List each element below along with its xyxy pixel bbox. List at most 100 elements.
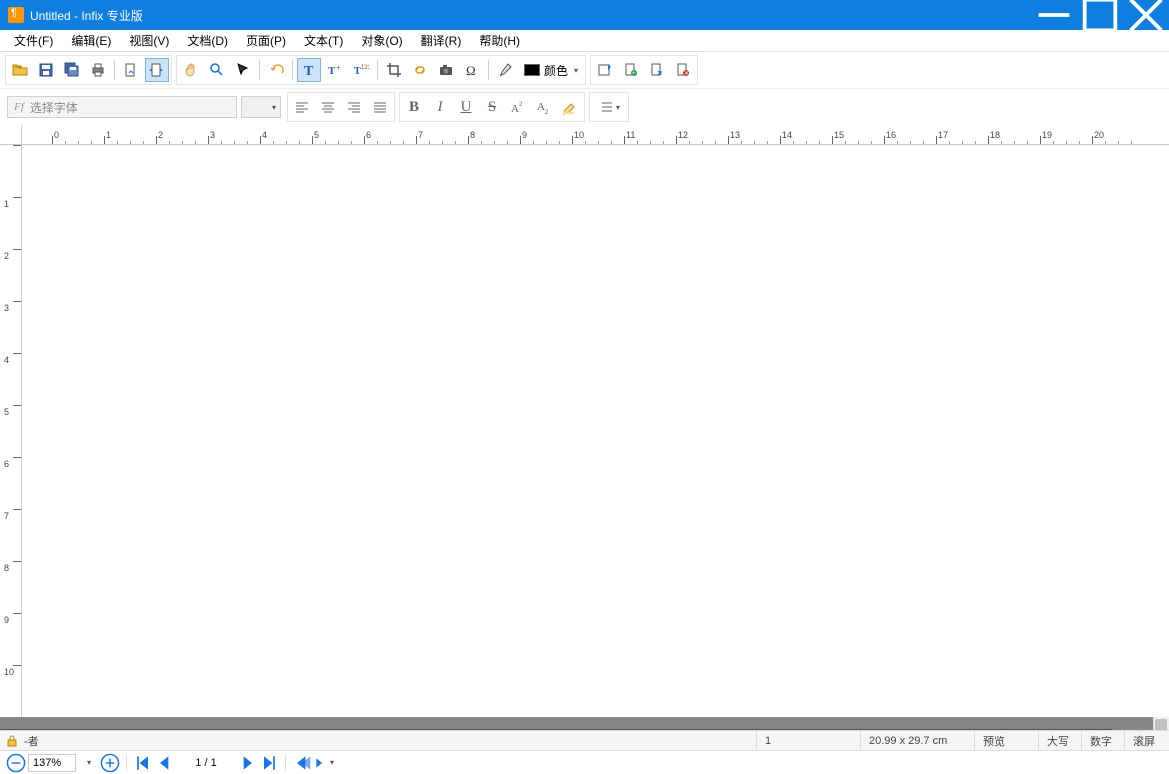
- nav-forward-button[interactable]: [314, 753, 334, 773]
- svg-text:123: 123: [361, 65, 369, 71]
- last-page-button[interactable]: [259, 753, 279, 773]
- statusbar: -者 1 20.99 x 29.7 cm 预览 大写 数字 滚屏: [0, 730, 1169, 750]
- extract-page-button[interactable]: [645, 58, 669, 82]
- work-area: 12345678910: [0, 145, 1169, 730]
- svg-text:T: T: [354, 66, 361, 77]
- window-title: Untitled - Infix 专业版: [30, 7, 143, 24]
- menu-object[interactable]: 对象(O): [353, 30, 410, 51]
- minimize-button[interactable]: [1031, 0, 1077, 30]
- align-left-button[interactable]: [290, 95, 314, 119]
- ruler-corner: [0, 125, 22, 145]
- delete-page-button[interactable]: ✕: [671, 58, 695, 82]
- menu-translate[interactable]: 翻译(R): [413, 30, 470, 51]
- next-page-button[interactable]: [237, 753, 257, 773]
- italic-button[interactable]: I: [428, 95, 452, 119]
- menu-edit[interactable]: 编辑(E): [63, 30, 119, 51]
- color-button[interactable]: 颜色: [519, 58, 583, 82]
- status-num: 数字: [1081, 731, 1120, 750]
- svg-text:+: +: [632, 71, 636, 77]
- status-author: -者: [24, 733, 39, 749]
- align-right-button[interactable]: [342, 95, 366, 119]
- line-spacing-button[interactable]: [592, 95, 626, 119]
- ruler-vertical[interactable]: 12345678910: [0, 145, 22, 717]
- crop-page-button[interactable]: [119, 58, 143, 82]
- zoom-out-button[interactable]: [6, 753, 26, 773]
- menu-file[interactable]: 文件(F): [6, 30, 61, 51]
- crop-tool-button[interactable]: [382, 58, 406, 82]
- superscript-button[interactable]: A2: [506, 95, 530, 119]
- strike-button[interactable]: S: [480, 95, 504, 119]
- menu-page[interactable]: 页面(P): [238, 30, 294, 51]
- svg-text:T: T: [328, 65, 336, 77]
- status-preview[interactable]: 预览: [974, 731, 1034, 750]
- color-label: 颜色: [544, 62, 568, 79]
- vertical-scrollbar[interactable]: [1153, 717, 1169, 730]
- lock-icon: [6, 735, 18, 747]
- toolbar-row-1: T T+ T123 Ω 颜色 + ✕: [0, 52, 1169, 88]
- menu-text[interactable]: 文本(T): [296, 30, 351, 51]
- underline-button[interactable]: U: [454, 95, 478, 119]
- maximize-button[interactable]: [1077, 0, 1123, 30]
- ruler-row: 01234567891011121314151617181920: [0, 125, 1169, 145]
- align-justify-button[interactable]: [368, 95, 392, 119]
- svg-text:A: A: [537, 101, 545, 113]
- scrollbar-thumb[interactable]: [1155, 719, 1167, 730]
- align-center-button[interactable]: [316, 95, 340, 119]
- svg-text:2: 2: [545, 110, 549, 115]
- hand-tool-button[interactable]: [179, 58, 203, 82]
- prev-page-button[interactable]: [155, 753, 175, 773]
- review-button[interactable]: [593, 58, 617, 82]
- open-button[interactable]: [8, 58, 32, 82]
- font-icon: Ff: [14, 101, 24, 113]
- fit-page-button[interactable]: [145, 58, 169, 82]
- window-controls: [1031, 0, 1169, 30]
- first-page-button[interactable]: [133, 753, 153, 773]
- arrow-tool-button[interactable]: [231, 58, 255, 82]
- nav-back-button[interactable]: [292, 753, 312, 773]
- camera-tool-button[interactable]: [434, 58, 458, 82]
- zoom-in-button[interactable]: [100, 753, 120, 773]
- svg-text:+: +: [336, 63, 341, 72]
- menu-help[interactable]: 帮助(H): [471, 30, 528, 51]
- add-page-button[interactable]: +: [619, 58, 643, 82]
- page-number-field[interactable]: [181, 757, 231, 769]
- subscript-button[interactable]: A2: [532, 95, 556, 119]
- omega-tool-button[interactable]: Ω: [460, 58, 484, 82]
- text-tool-button[interactable]: T: [297, 58, 321, 82]
- text-plus-button[interactable]: T+: [323, 58, 347, 82]
- font-size-picker[interactable]: [241, 96, 281, 118]
- svg-text:Ω: Ω: [466, 63, 476, 78]
- status-dimensions: 20.99 x 29.7 cm: [860, 731, 970, 750]
- status-caps: 大写: [1038, 731, 1077, 750]
- save-all-button[interactable]: [60, 58, 84, 82]
- status-scroll: 滚屏: [1124, 731, 1163, 750]
- font-family-picker[interactable]: Ff 选择字体: [7, 96, 237, 118]
- bold-button[interactable]: B: [402, 95, 426, 119]
- zoom-field[interactable]: 137%: [28, 754, 76, 772]
- undo-button[interactable]: [264, 58, 288, 82]
- menu-view[interactable]: 视图(V): [121, 30, 177, 51]
- canvas-area[interactable]: [0, 717, 1169, 730]
- close-button[interactable]: [1123, 0, 1169, 30]
- text-number-button[interactable]: T123: [349, 58, 373, 82]
- navbar: 137%: [0, 750, 1169, 774]
- menu-document[interactable]: 文档(D): [179, 30, 236, 51]
- highlight-button[interactable]: [558, 95, 582, 119]
- svg-text:A: A: [511, 103, 519, 115]
- save-button[interactable]: [34, 58, 58, 82]
- color-swatch-icon: [524, 64, 540, 76]
- eyedropper-button[interactable]: [493, 58, 517, 82]
- zoom-tool-button[interactable]: [205, 58, 229, 82]
- status-page-no: 1: [756, 731, 856, 750]
- link-tool-button[interactable]: [408, 58, 432, 82]
- svg-text:2: 2: [519, 102, 523, 108]
- zoom-dropdown[interactable]: [78, 753, 98, 773]
- svg-text:✕: ✕: [684, 71, 689, 77]
- print-button[interactable]: [86, 58, 110, 82]
- toolbar-row-2: Ff 选择字体 B I U S A2 A2: [0, 88, 1169, 125]
- ruler-horizontal[interactable]: 01234567891011121314151617181920: [22, 125, 1169, 145]
- font-placeholder: 选择字体: [30, 99, 78, 116]
- document-page[interactable]: [0, 729, 1112, 730]
- svg-text:T: T: [304, 64, 314, 78]
- menubar: 文件(F) 编辑(E) 视图(V) 文档(D) 页面(P) 文本(T) 对象(O…: [0, 30, 1169, 52]
